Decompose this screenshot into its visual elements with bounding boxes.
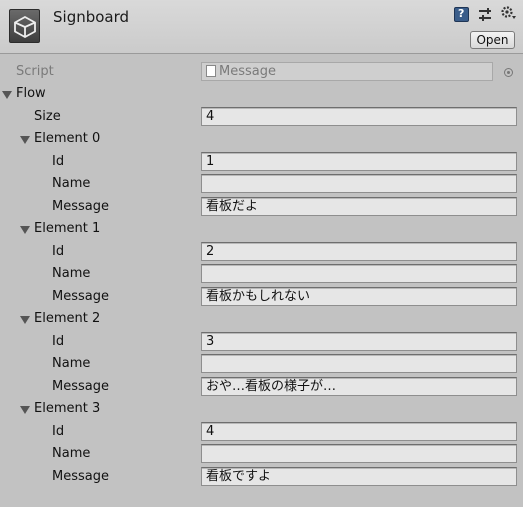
id-row: Id 4 [0, 421, 523, 443]
id-label: Id [52, 244, 65, 259]
gear-icon[interactable] [500, 5, 517, 22]
id-field[interactable]: 2 [201, 242, 517, 261]
message-label: Message [52, 289, 109, 304]
script-field[interactable]: Message [201, 62, 493, 81]
presets-icon[interactable] [478, 7, 492, 22]
script-label: Script [16, 64, 54, 79]
size-label: Size [34, 109, 61, 124]
message-field[interactable]: おや…看板の様子が… [201, 377, 517, 396]
id-label: Id [52, 334, 65, 349]
size-field[interactable]: 4 [201, 107, 517, 126]
name-row: Name [0, 353, 523, 375]
name-label: Name [52, 446, 91, 461]
inspector-header: Signboard ? Open [0, 0, 523, 54]
name-label: Name [52, 176, 91, 191]
name-row: Name [0, 173, 523, 195]
script-row: Script Message [0, 61, 523, 83]
message-label: Message [52, 379, 109, 394]
script-file-icon [206, 65, 216, 77]
help-icon[interactable]: ? [454, 7, 469, 22]
element-label: Element 2 [34, 311, 101, 326]
element-label: Element 0 [34, 131, 101, 146]
element-foldout[interactable]: Element 2 [0, 308, 523, 330]
message-row: Message 看板かもしれない [0, 286, 523, 308]
element-foldout[interactable]: Element 3 [0, 398, 523, 420]
id-label: Id [52, 424, 65, 439]
id-row: Id 2 [0, 241, 523, 263]
element-foldout[interactable]: Element 0 [0, 128, 523, 150]
message-row: Message おや…看板の様子が… [0, 376, 523, 398]
help-icon-glyph: ? [458, 7, 465, 20]
id-label: Id [52, 154, 65, 169]
message-row: Message 看板だよ [0, 196, 523, 218]
message-field[interactable]: 看板かもしれない [201, 287, 517, 306]
name-label: Name [52, 266, 91, 281]
message-label: Message [52, 199, 109, 214]
flow-foldout[interactable]: Flow [0, 83, 523, 105]
message-field[interactable]: 看板ですよ [201, 467, 517, 486]
id-field[interactable]: 4 [201, 422, 517, 441]
message-label: Message [52, 469, 109, 484]
unity-logo-icon [9, 9, 40, 43]
name-row: Name [0, 263, 523, 285]
name-label: Name [52, 356, 91, 371]
name-field[interactable] [201, 264, 517, 283]
message-field[interactable]: 看板だよ [201, 197, 517, 216]
name-row: Name [0, 443, 523, 465]
id-row: Id 3 [0, 331, 523, 353]
message-row: Message 看板ですよ [0, 466, 523, 488]
id-field[interactable]: 3 [201, 332, 517, 351]
foldout-arrow-icon[interactable] [20, 136, 30, 144]
foldout-arrow-icon[interactable] [20, 316, 30, 324]
flow-label: Flow [16, 86, 46, 101]
open-button[interactable]: Open [470, 31, 515, 49]
component-title: Signboard [53, 8, 130, 26]
name-field[interactable] [201, 174, 517, 193]
id-row: Id 1 [0, 151, 523, 173]
size-row: Size 4 [0, 106, 523, 128]
foldout-arrow-icon[interactable] [20, 406, 30, 414]
object-picker-icon[interactable] [504, 68, 513, 77]
script-value: Message [219, 64, 276, 79]
element-foldout[interactable]: Element 1 [0, 218, 523, 240]
id-field[interactable]: 1 [201, 152, 517, 171]
name-field[interactable] [201, 444, 517, 463]
element-label: Element 3 [34, 401, 101, 416]
foldout-arrow-icon[interactable] [20, 226, 30, 234]
name-field[interactable] [201, 354, 517, 373]
element-label: Element 1 [34, 221, 101, 236]
foldout-arrow-icon[interactable] [2, 91, 12, 99]
